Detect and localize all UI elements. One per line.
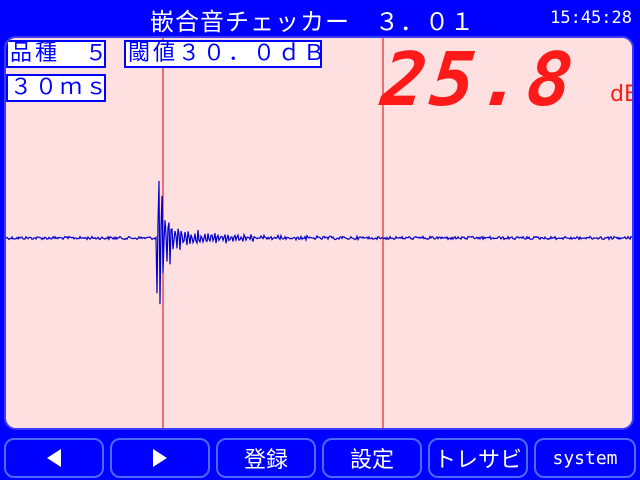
product-type-label: 品種 ５ <box>6 40 107 68</box>
triangle-left-icon <box>47 449 61 467</box>
system-button[interactable]: system <box>534 438 636 478</box>
time-window-label: ３０ｍｓ <box>6 74 107 102</box>
waveform-panel: 品種 ５ 閾値３０．０ｄＢ ３０ｍｓ 25.8 dB <box>4 36 634 430</box>
settings-button[interactable]: 設定 <box>322 438 422 478</box>
register-button[interactable]: 登録 <box>216 438 316 478</box>
next-button[interactable] <box>110 438 210 478</box>
trace-button[interactable]: トレサビ <box>428 438 528 478</box>
title-bar: 嵌合音チェッカー ３．０１ 15:45:28 <box>0 0 640 36</box>
bottom-toolbar: 登録 設定 トレサビ system <box>0 432 640 480</box>
threshold-label: 閾値３０．０ｄＢ <box>124 40 325 68</box>
triangle-right-icon <box>153 449 167 467</box>
app-title: 嵌合音チェッカー ３．０１ <box>150 8 475 36</box>
clock: 15:45:28 <box>550 8 632 28</box>
prev-button[interactable] <box>4 438 104 478</box>
waveform-trace <box>6 180 632 305</box>
db-readout: 25.8 <box>377 37 581 123</box>
db-unit: dB <box>610 82 632 107</box>
